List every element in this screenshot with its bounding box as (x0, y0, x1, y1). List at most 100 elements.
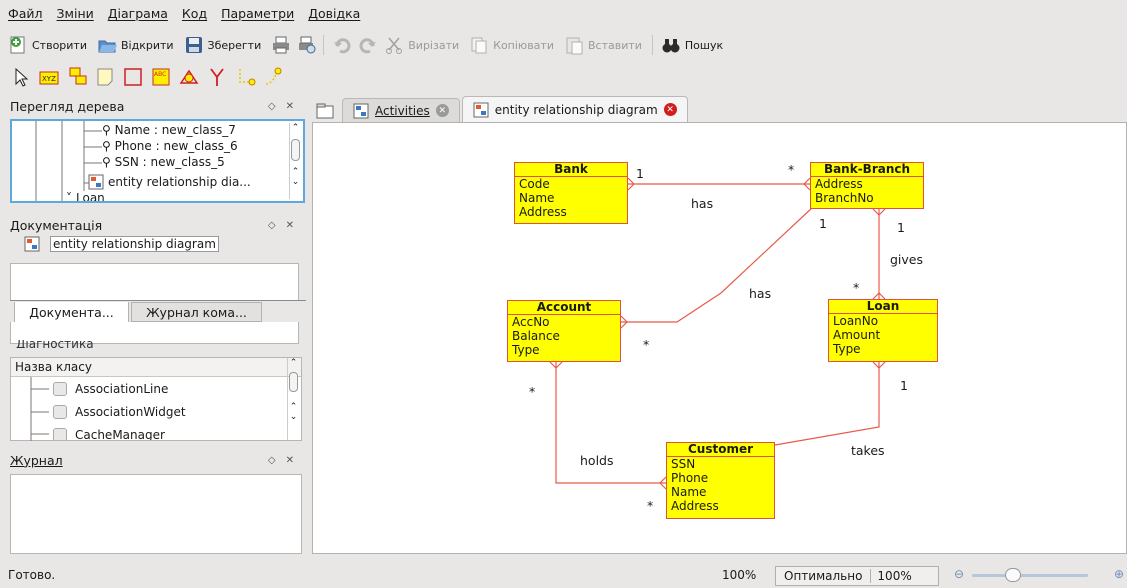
checkbox[interactable] (53, 382, 67, 396)
tree-scrollbar[interactable]: ⌃ ⌃ ⌄ (289, 123, 301, 199)
scroll-down-icon[interactable]: ⌄ (290, 177, 301, 187)
menu-code[interactable]: Код (182, 6, 207, 21)
paste-button[interactable]: Вставити (564, 35, 642, 55)
association-tool-icon[interactable] (178, 66, 200, 88)
tab-activities[interactable]: Activities ✕ (342, 98, 460, 122)
zoom-value-field[interactable]: 100% (871, 569, 917, 583)
tree-item-phone[interactable]: ⚲ Phone : new_class_6 (102, 139, 238, 153)
close-tab-icon[interactable]: ✕ (663, 103, 677, 116)
note-tool-icon[interactable] (94, 66, 116, 88)
zoom-slider-handle[interactable] (1005, 568, 1021, 582)
entity-loan[interactable]: Loan LoanNo Amount Type (828, 299, 938, 362)
multiplicity-label: * (788, 162, 795, 177)
class-row-cachemanager[interactable]: CacheManager (53, 428, 165, 440)
scroll-up-icon[interactable]: ⌃ (290, 123, 301, 133)
attribute-icon: ⚲ (102, 155, 111, 169)
menu-help[interactable]: Довідка (308, 6, 360, 21)
checkbox[interactable] (53, 428, 67, 440)
menu-settings[interactable]: Параметри (221, 6, 294, 21)
checkbox[interactable] (53, 405, 67, 419)
entity-account[interactable]: Account AccNo Balance Type (507, 300, 621, 362)
relationship-name-label: gives (890, 252, 924, 267)
box-tool-icon[interactable] (122, 66, 144, 88)
redo-icon[interactable] (358, 35, 378, 55)
scroll-up-icon[interactable]: ⌃ (288, 358, 299, 368)
entity-bank[interactable]: Bank Code Name Address (514, 162, 628, 224)
tab-er-diagram[interactable]: entity relationship diagram ✕ (461, 96, 688, 122)
class-row-associationline[interactable]: AssociationLine (53, 382, 168, 396)
entity-attribute: Amount (833, 328, 881, 342)
tab-command-log[interactable]: Журнал кома... (131, 302, 262, 322)
entity-attribute: Name (671, 485, 707, 499)
log-text-area[interactable] (10, 474, 302, 554)
relationship-tool-icon[interactable] (206, 66, 228, 88)
tree-view-title: Перегляд дерева (10, 98, 125, 114)
class-row-associationwidget[interactable]: AssociationWidget (53, 405, 186, 419)
save-button[interactable]: Зберегти (184, 35, 262, 55)
close-tab-icon[interactable]: ✕ (435, 104, 449, 117)
create-button[interactable]: Створити (8, 35, 87, 55)
open-label: Відкрити (121, 38, 174, 52)
menu-bar: Файл Зміни Діаграма Код Параметри Довідк… (0, 0, 1127, 27)
menu-edit[interactable]: Зміни (57, 6, 94, 21)
menu-diagram[interactable]: Діаграма (108, 6, 168, 21)
print-icon[interactable] (271, 35, 291, 55)
diagram-canvas[interactable]: Bank Code Name Address Bank-Branch Addre… (312, 122, 1127, 554)
copy-button[interactable]: Копіювати (469, 35, 554, 55)
new-tab-icon[interactable] (312, 100, 338, 122)
close-icon[interactable]: ✕ (286, 455, 294, 466)
scroll-up-icon[interactable]: ⌃ (290, 167, 301, 177)
find-button[interactable]: Пошук (661, 35, 723, 55)
entity-tool-icon[interactable]: XYZ (38, 66, 60, 88)
diagram-tab-bar: Activities ✕ entity relationship diagram… (312, 96, 690, 122)
class-list-panel[interactable]: Назва класу AssociationLine AssociationW… (10, 357, 302, 441)
zoom-fit-button[interactable]: Оптимально (776, 569, 872, 583)
print-preview-icon[interactable] (297, 35, 317, 55)
documentation-title-bar: Документація ◇ ✕ (10, 215, 302, 235)
tree-item-ssn[interactable]: ⚲ SSN : new_class_5 (102, 155, 225, 169)
open-button[interactable]: Відкрити (97, 35, 174, 55)
tree-item-name[interactable]: ⚲ Name : new_class_7 (102, 123, 236, 137)
entity-name: Bank (515, 163, 627, 177)
scroll-thumb[interactable] (289, 372, 298, 392)
zoom-out-icon[interactable]: ⊖ (954, 567, 964, 581)
collapse-arrow-icon[interactable]: ˅ (66, 191, 72, 201)
float-icon[interactable]: ◇ (268, 220, 276, 231)
cut-label: Вирізати (408, 38, 460, 52)
scroll-down-icon[interactable]: ⌄ (288, 412, 299, 422)
documentation-name-field[interactable]: entity relationship diagram (50, 236, 219, 252)
select-arrow-icon[interactable] (10, 66, 32, 88)
save-label: Зберегти (207, 38, 262, 52)
paste-icon (564, 35, 584, 55)
documentation-text-area[interactable] (10, 263, 299, 301)
class-list-scrollbar[interactable]: ⌃ ⌃ ⌄ (287, 358, 299, 440)
entity-attribute: SSN (671, 457, 696, 471)
undo-icon[interactable] (332, 35, 352, 55)
float-icon[interactable]: ◇ (268, 455, 276, 466)
tree-item-er-diagram[interactable]: entity relationship dia... (88, 174, 251, 190)
tree-item-loan[interactable]: ˅ Loan (66, 191, 105, 201)
tree-view-panel[interactable]: ⚲ Name : new_class_7 ⚲ Phone : new_class… (10, 119, 305, 203)
constraint-tool-icon[interactable] (262, 66, 284, 88)
multiplicity-label: 1 (897, 220, 905, 235)
close-icon[interactable]: ✕ (286, 220, 294, 231)
close-icon[interactable]: ✕ (286, 101, 294, 112)
float-icon[interactable]: ◇ (268, 101, 276, 112)
category-tool-icon[interactable] (66, 66, 88, 88)
anchor-tool-icon[interactable] (234, 66, 256, 88)
cut-button[interactable]: Вирізати (384, 35, 459, 55)
scroll-up-icon[interactable]: ⌃ (288, 402, 299, 412)
zoom-in-icon[interactable]: ⊕ (1114, 567, 1124, 581)
zoom-slider-track[interactable] (972, 574, 1088, 577)
multiplicity-label: * (647, 498, 654, 513)
scroll-thumb[interactable] (291, 139, 300, 161)
save-icon (184, 35, 204, 55)
text-tool-icon[interactable]: ABC (150, 66, 172, 88)
tab-documentation[interactable]: Документа... (14, 302, 129, 324)
menu-file[interactable]: Файл (8, 6, 43, 21)
entity-customer[interactable]: Customer SSN Phone Name Address (666, 442, 775, 519)
entity-bank-branch[interactable]: Bank-Branch Address BranchNo (810, 162, 924, 209)
zoom-percent-label: 100% (722, 568, 757, 582)
class-name-header[interactable]: Назва класу (11, 358, 301, 377)
log-controls: ◇ ✕ (268, 455, 302, 466)
